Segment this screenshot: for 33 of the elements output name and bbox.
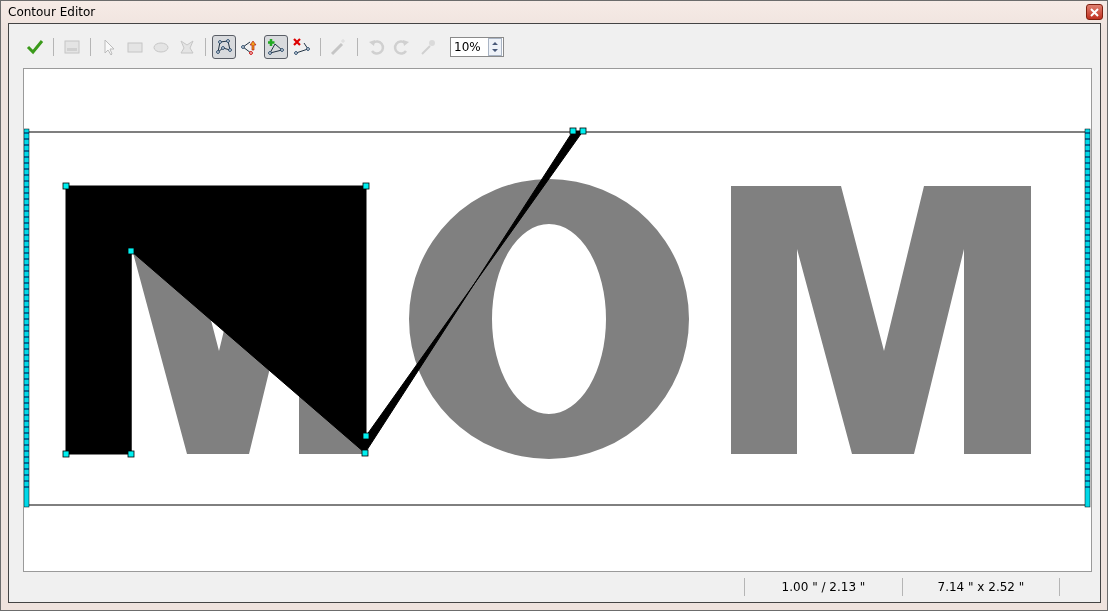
eyedropper-icon	[419, 38, 437, 57]
save-icon	[63, 38, 81, 57]
checkmark-icon	[26, 38, 44, 57]
wand-icon	[330, 38, 348, 57]
move-node-icon	[241, 38, 259, 57]
undo-icon	[367, 38, 385, 57]
contour-node[interactable]	[362, 183, 370, 190]
zoom-spin-field[interactable]: 10%	[450, 37, 504, 58]
left-resize-handle[interactable]	[24, 129, 30, 508]
add-tool-button[interactable]	[264, 35, 288, 60]
status-text: 1.00 " / 2.13 "	[745, 578, 903, 597]
window-title: Contour Editor	[8, 5, 96, 19]
contour-shape[interactable]	[65, 130, 584, 455]
right-resize-handle[interactable]	[1084, 129, 1091, 508]
contour-node[interactable]	[127, 248, 135, 255]
status-text: 7.14 " x 2.52 "	[902, 578, 1061, 597]
nodes-tool-button[interactable]	[212, 35, 236, 60]
redo-icon	[393, 38, 411, 57]
contour-node[interactable]	[569, 128, 577, 135]
close-icon	[1090, 7, 1099, 17]
contour-node[interactable]	[362, 433, 370, 440]
contour-node[interactable]	[62, 183, 70, 190]
contour-node[interactable]	[361, 450, 369, 457]
delete-node-icon	[293, 38, 311, 57]
nodes-icon	[215, 38, 233, 57]
spin-arrows-icon[interactable]	[488, 38, 502, 57]
contour-node[interactable]	[579, 128, 587, 135]
lasso-icon	[178, 38, 196, 57]
close-button[interactable]	[1086, 4, 1103, 20]
add-node-icon	[267, 38, 285, 57]
contour-node[interactable]	[62, 451, 70, 458]
contour-node[interactable]	[127, 451, 135, 458]
zoom-value: 10%	[454, 40, 481, 55]
